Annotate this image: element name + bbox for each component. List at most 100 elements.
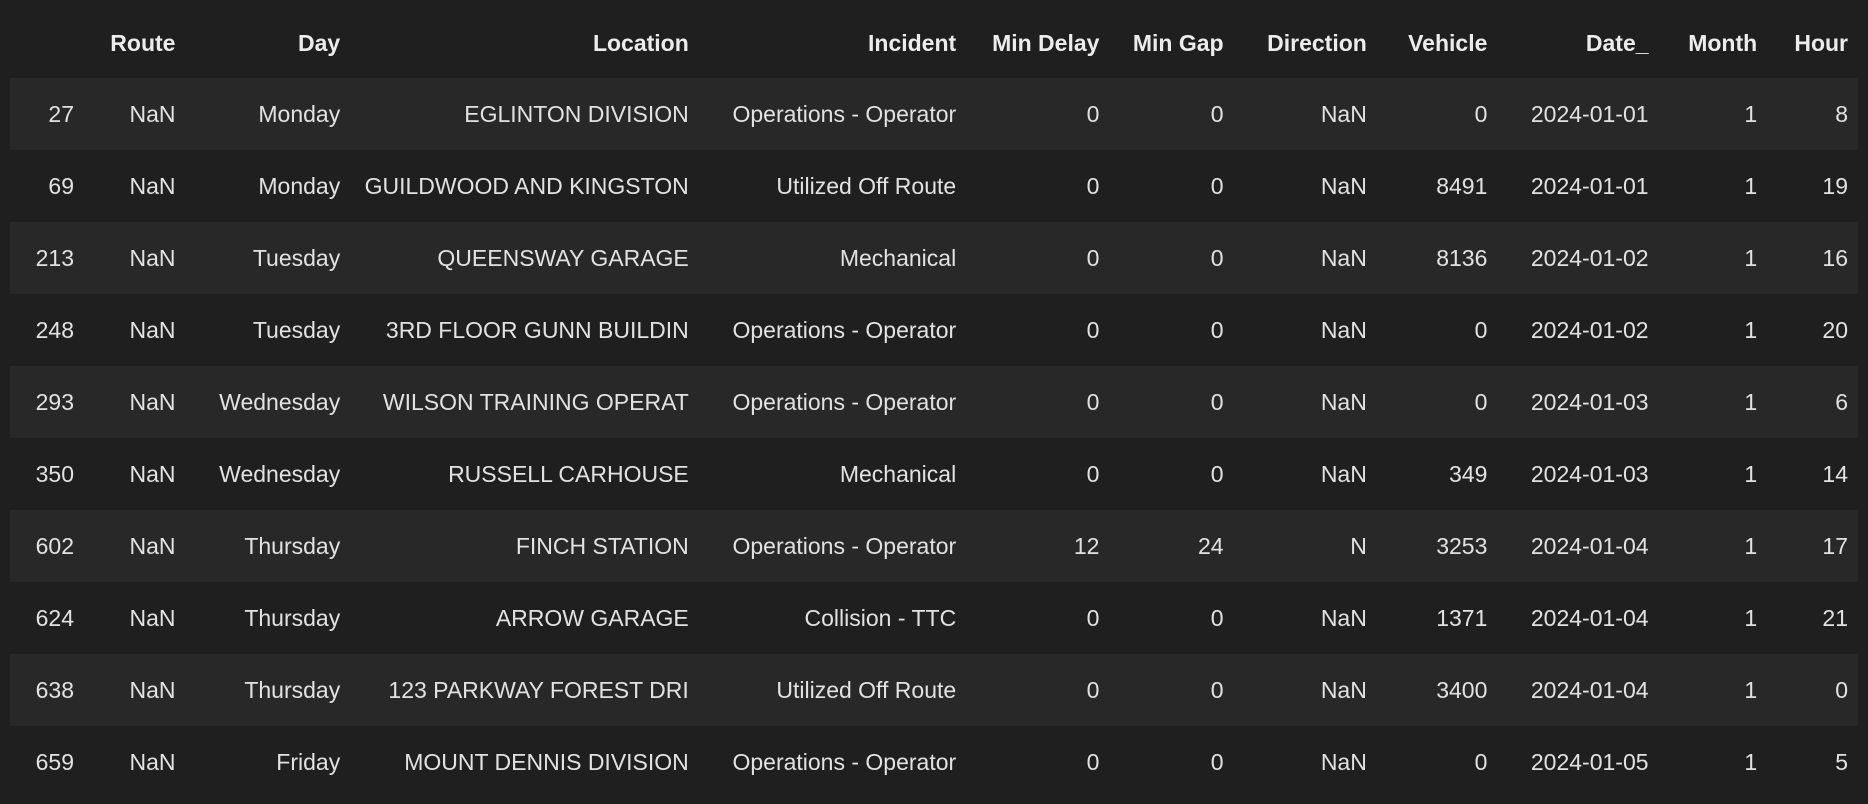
- vehicle-cell: 3400: [1376, 654, 1498, 726]
- date-cell: 2024-01-04: [1497, 654, 1659, 726]
- column-header-date: Date_: [1497, 8, 1659, 78]
- route-cell: NaN: [84, 438, 186, 510]
- day-cell: Thursday: [185, 582, 351, 654]
- min-gap-cell: 0: [1109, 78, 1234, 150]
- row-index-cell: 69: [10, 150, 84, 222]
- vehicle-cell: 0: [1376, 366, 1498, 438]
- vehicle-cell: 349: [1376, 438, 1498, 510]
- min-gap-cell: 0: [1109, 294, 1234, 366]
- hour-cell: 14: [1767, 438, 1858, 510]
- hour-cell: 0: [1767, 654, 1858, 726]
- hour-cell: 21: [1767, 582, 1858, 654]
- column-header-index: [10, 8, 84, 78]
- date-cell: 2024-01-03: [1497, 366, 1659, 438]
- direction-cell: NaN: [1233, 222, 1377, 294]
- month-cell: 1: [1658, 510, 1768, 582]
- row-index-cell: 659: [10, 726, 84, 798]
- direction-cell: N: [1233, 510, 1377, 582]
- incident-cell: Operations - Operator: [698, 294, 967, 366]
- hour-cell: 20: [1767, 294, 1858, 366]
- direction-cell: NaN: [1233, 294, 1377, 366]
- table-row: 602 NaN Thursday FINCH STATION Operation…: [10, 510, 1858, 582]
- day-cell: Monday: [185, 78, 351, 150]
- min-delay-cell: 0: [966, 78, 1110, 150]
- date-cell: 2024-01-01: [1497, 150, 1659, 222]
- min-gap-cell: 24: [1109, 510, 1234, 582]
- location-cell: MOUNT DENNIS DIVISION: [350, 726, 699, 798]
- route-cell: NaN: [84, 222, 186, 294]
- incident-cell: Utilized Off Route: [698, 150, 967, 222]
- min-delay-cell: 12: [966, 510, 1110, 582]
- direction-cell: NaN: [1233, 726, 1377, 798]
- min-delay-cell: 0: [966, 222, 1110, 294]
- table-row: 350 NaN Wednesday RUSSELL CARHOUSE Mecha…: [10, 438, 1858, 510]
- dataframe-table: Route Day Location Incident Min Delay Mi…: [10, 8, 1858, 798]
- row-index-cell: 602: [10, 510, 84, 582]
- column-header-location: Location: [350, 8, 699, 78]
- month-cell: 1: [1658, 78, 1768, 150]
- table-row: 27 NaN Monday EGLINTON DIVISION Operatio…: [10, 78, 1858, 150]
- incident-cell: Operations - Operator: [698, 726, 967, 798]
- direction-cell: NaN: [1233, 438, 1377, 510]
- row-index-cell: 293: [10, 366, 84, 438]
- day-cell: Friday: [185, 726, 351, 798]
- vehicle-cell: 3253: [1376, 510, 1498, 582]
- day-cell: Thursday: [185, 510, 351, 582]
- location-cell: ARROW GARAGE: [350, 582, 699, 654]
- route-cell: NaN: [84, 654, 186, 726]
- location-cell: QUEENSWAY GARAGE: [350, 222, 699, 294]
- incident-cell: Operations - Operator: [698, 366, 967, 438]
- date-cell: 2024-01-04: [1497, 510, 1659, 582]
- day-cell: Tuesday: [185, 222, 351, 294]
- column-header-direction: Direction: [1233, 8, 1377, 78]
- column-header-route: Route: [84, 8, 186, 78]
- incident-cell: Operations - Operator: [698, 78, 967, 150]
- direction-cell: NaN: [1233, 366, 1377, 438]
- month-cell: 1: [1658, 222, 1768, 294]
- table-body: 27 NaN Monday EGLINTON DIVISION Operatio…: [10, 78, 1858, 798]
- min-delay-cell: 0: [966, 366, 1110, 438]
- day-cell: Tuesday: [185, 294, 351, 366]
- min-delay-cell: 0: [966, 654, 1110, 726]
- incident-cell: Mechanical: [698, 438, 967, 510]
- location-cell: FINCH STATION: [350, 510, 699, 582]
- hour-cell: 19: [1767, 150, 1858, 222]
- table-row: 293 NaN Wednesday WILSON TRAINING OPERAT…: [10, 366, 1858, 438]
- column-header-day: Day: [185, 8, 351, 78]
- row-index-cell: 248: [10, 294, 84, 366]
- location-cell: 3RD FLOOR GUNN BUILDIN: [350, 294, 699, 366]
- notebook-output: Route Day Location Incident Min Delay Mi…: [0, 0, 1868, 804]
- column-header-vehicle: Vehicle: [1376, 8, 1498, 78]
- table-row: 624 NaN Thursday ARROW GARAGE Collision …: [10, 582, 1858, 654]
- route-cell: NaN: [84, 510, 186, 582]
- route-cell: NaN: [84, 726, 186, 798]
- hour-cell: 5: [1767, 726, 1858, 798]
- date-cell: 2024-01-02: [1497, 294, 1659, 366]
- min-delay-cell: 0: [966, 294, 1110, 366]
- location-cell: EGLINTON DIVISION: [350, 78, 699, 150]
- row-index-cell: 624: [10, 582, 84, 654]
- route-cell: NaN: [84, 294, 186, 366]
- table-row: 248 NaN Tuesday 3RD FLOOR GUNN BUILDIN O…: [10, 294, 1858, 366]
- hour-cell: 17: [1767, 510, 1858, 582]
- date-cell: 2024-01-03: [1497, 438, 1659, 510]
- month-cell: 1: [1658, 582, 1768, 654]
- day-cell: Wednesday: [185, 366, 351, 438]
- row-index-cell: 350: [10, 438, 84, 510]
- incident-cell: Operations - Operator: [698, 510, 967, 582]
- month-cell: 1: [1658, 654, 1768, 726]
- incident-cell: Utilized Off Route: [698, 654, 967, 726]
- route-cell: NaN: [84, 150, 186, 222]
- month-cell: 1: [1658, 438, 1768, 510]
- table-header: Route Day Location Incident Min Delay Mi…: [10, 8, 1858, 78]
- table-row: 638 NaN Thursday 123 PARKWAY FOREST DRI …: [10, 654, 1858, 726]
- min-delay-cell: 0: [966, 150, 1110, 222]
- hour-cell: 6: [1767, 366, 1858, 438]
- min-gap-cell: 0: [1109, 654, 1234, 726]
- location-cell: RUSSELL CARHOUSE: [350, 438, 699, 510]
- direction-cell: NaN: [1233, 78, 1377, 150]
- table-row: 69 NaN Monday GUILDWOOD AND KINGSTON Uti…: [10, 150, 1858, 222]
- column-header-min-delay: Min Delay: [966, 8, 1110, 78]
- vehicle-cell: 0: [1376, 294, 1498, 366]
- vehicle-cell: 8491: [1376, 150, 1498, 222]
